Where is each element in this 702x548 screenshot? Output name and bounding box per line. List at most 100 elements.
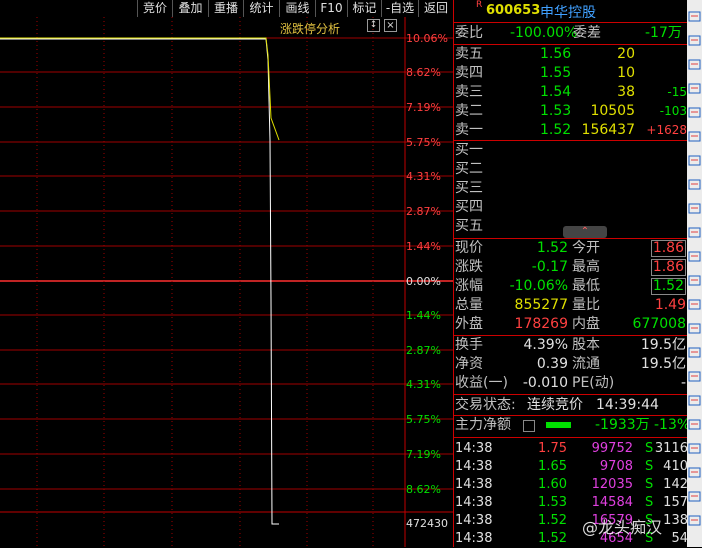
toolbar-button-2[interactable]: 重播 <box>208 0 243 17</box>
axis-label-down: 1.44% <box>406 309 441 322</box>
arrow-icon[interactable] <box>688 58 701 71</box>
ask-volume: 10 <box>617 65 635 81</box>
bid-row[interactable]: 买三 <box>455 179 685 198</box>
chart-icon-5[interactable] <box>688 442 701 455</box>
quote-value-2: 1.86 <box>650 259 686 276</box>
doc-icon-4[interactable] <box>688 514 701 527</box>
toolbar-button-1[interactable]: 叠加 <box>172 0 208 17</box>
fund-value: 0.39 <box>536 356 568 372</box>
home-icon[interactable] <box>688 10 701 23</box>
panel-divider <box>453 22 687 23</box>
status-value: 连续竞价 <box>527 397 583 413</box>
bid-row[interactable]: 买二 <box>455 160 685 179</box>
quote-value-2: 677008 <box>632 316 686 332</box>
toolbar-button-3[interactable]: 统计 <box>243 0 279 17</box>
bid-label: 买一 <box>455 142 483 158</box>
bid-row[interactable]: 买四 <box>455 198 685 217</box>
tick-time: 14:38 <box>455 495 493 510</box>
doc-icon-3[interactable] <box>688 490 701 503</box>
bid-label: 买五 <box>455 218 483 234</box>
calendar-icon[interactable] <box>688 322 701 335</box>
toolbar-button-8[interactable]: 返回 <box>418 0 453 17</box>
quote-label: 现价 <box>455 240 483 256</box>
fund-value-2: 19.5亿 <box>640 356 686 372</box>
ask-volume: 10505 <box>590 103 635 119</box>
f-icon-2[interactable] <box>688 202 701 215</box>
tick-price: 1.75 <box>538 441 567 456</box>
chart-icon-4[interactable] <box>688 418 701 431</box>
ask-row[interactable]: 卖四 1.55 10 <box>455 64 685 83</box>
status-time: 14:39:44 <box>596 397 659 413</box>
quote-value: -0.17 <box>531 259 568 275</box>
intraday-chart[interactable] <box>0 0 453 547</box>
axis-label-down: 5.75% <box>406 413 441 426</box>
info-icon[interactable] <box>688 250 701 263</box>
doc-icon[interactable] <box>688 154 701 167</box>
calendar-icon-2[interactable] <box>688 466 701 479</box>
tick-price: 1.65 <box>538 459 567 474</box>
arrow-icon-4[interactable] <box>688 394 701 407</box>
ask-label: 卖五 <box>455 46 483 62</box>
stock-code: 600653 <box>486 3 541 18</box>
toolbar-button-7[interactable]: -自选 <box>381 0 418 17</box>
ask-row[interactable]: 卖二 1.53 10505 -103 <box>455 102 687 121</box>
arrow-icon-3[interactable] <box>688 370 701 383</box>
quote-label: 涨跌 <box>455 259 483 275</box>
main-force-bar <box>546 422 571 428</box>
resize-arrow-icon[interactable]: ↕ <box>367 19 380 32</box>
tick-time: 14:38 <box>455 513 493 528</box>
close-icon[interactable]: × <box>384 19 397 32</box>
ask-price: 1.52 <box>540 122 572 138</box>
ratio-value: -100.00% <box>510 25 578 41</box>
axis-label-up: 7.19% <box>406 101 441 114</box>
list-icon[interactable] <box>688 106 701 119</box>
fund-value: -0.010 <box>522 375 568 391</box>
tick-count: 138 <box>663 513 688 528</box>
quote-row: 涨幅 -10.06% 最低 1.52 <box>455 277 686 296</box>
ask-label: 卖四 <box>455 65 483 81</box>
quote-value: -10.06% <box>509 278 568 294</box>
stock-name: 申华控股 <box>540 5 596 21</box>
toolbar-button-0[interactable]: 竞价 <box>137 0 172 17</box>
tick-volume: 99752 <box>591 441 633 456</box>
tick-row: 14:38 1.60 12035 S 142 <box>455 475 688 494</box>
tick-volume: 12035 <box>591 477 633 492</box>
toolbar-button-5[interactable]: F10 <box>315 0 347 17</box>
chart-icon[interactable] <box>688 34 701 47</box>
ask-price: 1.53 <box>540 103 572 119</box>
axis-label-up: 4.31% <box>406 170 441 183</box>
toolbar-button-4[interactable]: 画线 <box>279 0 315 17</box>
toolbar-button-6[interactable]: 标记 <box>347 0 381 17</box>
ask-row[interactable]: 卖一 1.52 156437 +1628 <box>455 121 687 140</box>
fund-label-2: 流通 <box>572 356 600 372</box>
chart-icon-3[interactable] <box>688 298 701 311</box>
axis-label-up: 1.44% <box>406 240 441 253</box>
arrow-icon-2[interactable] <box>688 82 701 95</box>
side-toolbar <box>687 0 702 547</box>
quote-label: 总量 <box>455 297 483 313</box>
main-force-pct: -13% <box>654 417 691 433</box>
quote-row: 外盘 178269 内盘 677008 <box>455 315 686 334</box>
f-icon[interactable] <box>688 178 701 191</box>
doc-icon-2[interactable] <box>688 346 701 359</box>
ask-row[interactable]: 卖三 1.54 38 -15 <box>455 83 687 102</box>
bid-label: 买二 <box>455 161 483 177</box>
quote-row: 总量 855277 量比 1.49 <box>455 296 686 315</box>
ask-label: 卖二 <box>455 103 483 119</box>
tick-count: 157 <box>663 495 688 510</box>
axis-label-up: 5.75% <box>406 136 441 149</box>
grid-icon[interactable] <box>688 226 701 239</box>
bid-row[interactable]: 买一 <box>455 141 685 160</box>
limit-analysis-title[interactable]: 涨跌停分析 <box>280 20 340 37</box>
chart-icon-2[interactable] <box>688 274 701 287</box>
tool-icon[interactable] <box>688 130 701 143</box>
expand-chevron-icon[interactable]: ⌃ <box>563 226 607 238</box>
ask-label: 卖三 <box>455 84 483 100</box>
order-ratio-row: 委比 -100.00% 委差 -17万 <box>455 24 685 43</box>
tick-side: S <box>645 441 654 456</box>
list-icon[interactable] <box>523 420 535 432</box>
quote-label-2: 内盘 <box>572 316 600 332</box>
axis-label-down: 4.31% <box>406 378 441 391</box>
ask-row[interactable]: 卖五 1.56 20 <box>455 45 685 64</box>
ask-change: -15 <box>667 85 687 99</box>
